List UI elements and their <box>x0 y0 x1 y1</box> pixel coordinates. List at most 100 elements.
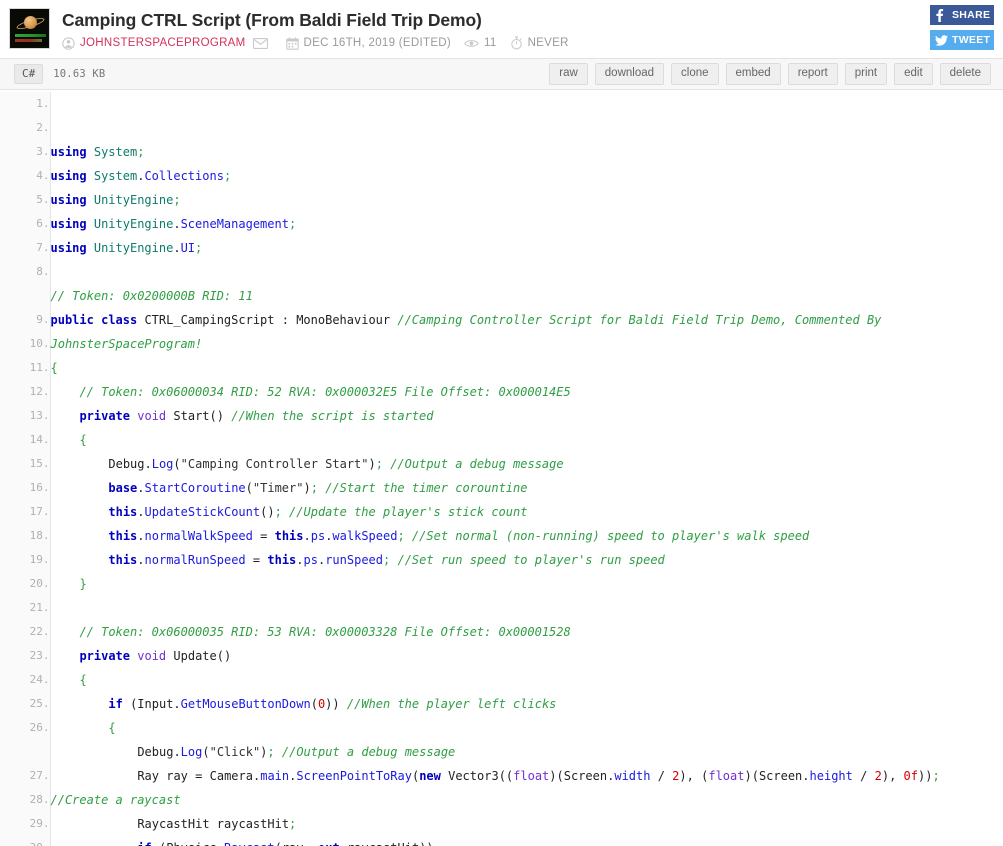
meta-author[interactable]: JOHNSTERSPACEPROGRAM <box>62 36 246 50</box>
planet-icon <box>24 16 37 29</box>
line-number: 9. <box>36 313 50 326</box>
line-number: 20. <box>29 577 50 590</box>
embed-button[interactable]: embed <box>725 63 781 85</box>
line-number: 3. <box>36 145 50 158</box>
twitter-tweet-label: TWEET <box>952 34 991 46</box>
code-line: { <box>79 433 87 447</box>
meta-views: 11 <box>464 37 497 49</box>
code-line: Debug.Log("Click"); //Output a debug mes… <box>137 745 456 759</box>
paste-header: Camping CTRL Script (From Baldi Field Tr… <box>0 0 1003 58</box>
views-count: 11 <box>484 37 497 49</box>
code-line: { <box>79 673 87 687</box>
line-number: 10. <box>29 337 50 350</box>
code-line: Ray ray = Camera.main.ScreenPointToRay(n… <box>50 769 940 807</box>
code-line: Debug.Log("Camping Controller Start"); /… <box>108 457 564 471</box>
code-line: if (Physics.Raycast(ray, out raycastHit)… <box>51 836 1003 846</box>
paste-metadata: JOHNSTERSPACEPROGRAM DEC 16TH, 2019 (EDI… <box>62 36 1003 50</box>
code-line: { <box>108 721 116 735</box>
line-number: 18. <box>29 529 50 542</box>
toolbar-actions: raw download clone embed report print ed… <box>549 63 991 85</box>
avatar-text-line-2 <box>15 39 42 42</box>
line-number: 24. <box>29 673 50 686</box>
line-number-gutter: 1. 2. 3. 4. 5. 6. 7. 8. 9. 10. 11. 12. 13. 14. 15. 16. 1… <box>0 92 51 846</box>
download-button[interactable]: download <box>594 63 665 85</box>
line-number: 29. <box>29 817 50 830</box>
line-number: 7. <box>36 241 50 254</box>
facebook-share-button[interactable]: SHARE <box>930 5 994 25</box>
delete-button[interactable]: delete <box>939 63 991 85</box>
code-line: if (Input.GetMouseButtonDown(0)) //When … <box>108 697 557 711</box>
facebook-share-label: SHARE <box>952 9 991 21</box>
line-number: 11. <box>29 361 50 374</box>
user-circle-icon <box>62 36 75 50</box>
twitter-tweet-button[interactable]: TWEET <box>930 30 994 50</box>
twitter-icon <box>935 34 950 46</box>
raw-button[interactable]: raw <box>549 63 588 85</box>
line-number: 25. <box>29 697 50 710</box>
line-number: 8. <box>36 265 50 278</box>
code-line: // Token: 0x06000034 RID: 52 RVA: 0x0000… <box>79 385 571 399</box>
paste-toolbar: C# 10.63 KB raw download clone embed rep… <box>0 58 1003 90</box>
avatar-image <box>11 10 48 47</box>
line-number: 27. <box>29 769 50 782</box>
meta-date: DEC 16TH, 2019 (EDITED) <box>285 36 452 50</box>
envelope-icon[interactable] <box>252 37 268 49</box>
line-number: 22. <box>29 625 50 638</box>
line-number: 12. <box>29 385 50 398</box>
code-line: private void Update() <box>79 649 232 663</box>
line-number: 4. <box>36 169 50 182</box>
eye-icon <box>464 38 479 49</box>
line-number: 6. <box>36 217 50 230</box>
code-line: using UnityEngine.SceneManagement; <box>50 217 297 231</box>
line-number: 15. <box>29 457 50 470</box>
page-title: Camping CTRL Script (From Baldi Field Tr… <box>62 10 482 30</box>
code-line: public class CTRL_CampingScript : MonoBe… <box>50 313 889 351</box>
code-line: base.StartCoroutine("Timer"); //Start th… <box>108 481 528 495</box>
print-button[interactable]: print <box>844 63 888 85</box>
line-number: 19. <box>29 553 50 566</box>
code-line: this.normalWalkSpeed = this.ps.walkSpeed… <box>108 529 810 543</box>
calendar-icon <box>285 36 299 50</box>
code-line: this.normalRunSpeed = this.ps.runSpeed; … <box>108 553 665 567</box>
code-line: using System.Collections; <box>50 169 232 183</box>
report-button[interactable]: report <box>787 63 838 85</box>
code-line: RaycastHit raycastHit; <box>137 817 297 831</box>
line-number: 14. <box>29 433 50 446</box>
stopwatch-icon <box>510 36 523 50</box>
line-number: 26. <box>29 721 50 734</box>
code-line: { <box>50 361 58 375</box>
code-line: // Token: 0x06000035 RID: 53 RVA: 0x0000… <box>79 625 571 639</box>
avatar-text-line-1 <box>15 34 46 37</box>
line-number: 5. <box>36 193 50 206</box>
line-number: 2. <box>36 121 50 134</box>
date-text: DEC 16TH, 2019 (EDITED) <box>303 37 452 49</box>
meta-expiry: NEVER <box>510 36 569 50</box>
line-number: 17. <box>29 505 50 518</box>
edit-button[interactable]: edit <box>894 63 933 85</box>
facebook-icon <box>935 8 950 22</box>
line-number: 16. <box>29 481 50 494</box>
avatar[interactable] <box>9 8 50 49</box>
code-line: // Token: 0x0200000B RID: 11 <box>50 289 253 303</box>
code-line: using System; <box>50 145 145 159</box>
code-line: this.UpdateStickCount(); //Update the pl… <box>108 505 528 519</box>
code-line: using UnityEngine; <box>50 193 181 207</box>
line-number: 23. <box>29 649 50 662</box>
language-badge[interactable]: C# <box>14 64 44 84</box>
code-content[interactable]: using System; using System.Collections; us… <box>50 92 1003 846</box>
line-number: 13. <box>29 409 50 422</box>
file-size-label: 10.63 KB <box>53 68 106 80</box>
line-number: 21. <box>29 601 50 614</box>
code-viewer[interactable]: 1. 2. 3. 4. 5. 6. 7. 8. 9. 10. 11. 12. 13. 14. 15. 16. 1… <box>0 90 1003 846</box>
line-number: 28. <box>29 793 50 806</box>
code-line: private void Start() //When the script i… <box>79 409 434 423</box>
code-line: using UnityEngine.UI; <box>50 241 203 255</box>
line-number: 1. <box>36 97 50 110</box>
expiry-text: NEVER <box>527 37 569 49</box>
clone-button[interactable]: clone <box>671 63 719 85</box>
code-line: } <box>79 577 87 591</box>
social-share-group: SHARE TWEET <box>930 5 994 50</box>
author-link[interactable]: JOHNSTERSPACEPROGRAM <box>80 37 246 49</box>
